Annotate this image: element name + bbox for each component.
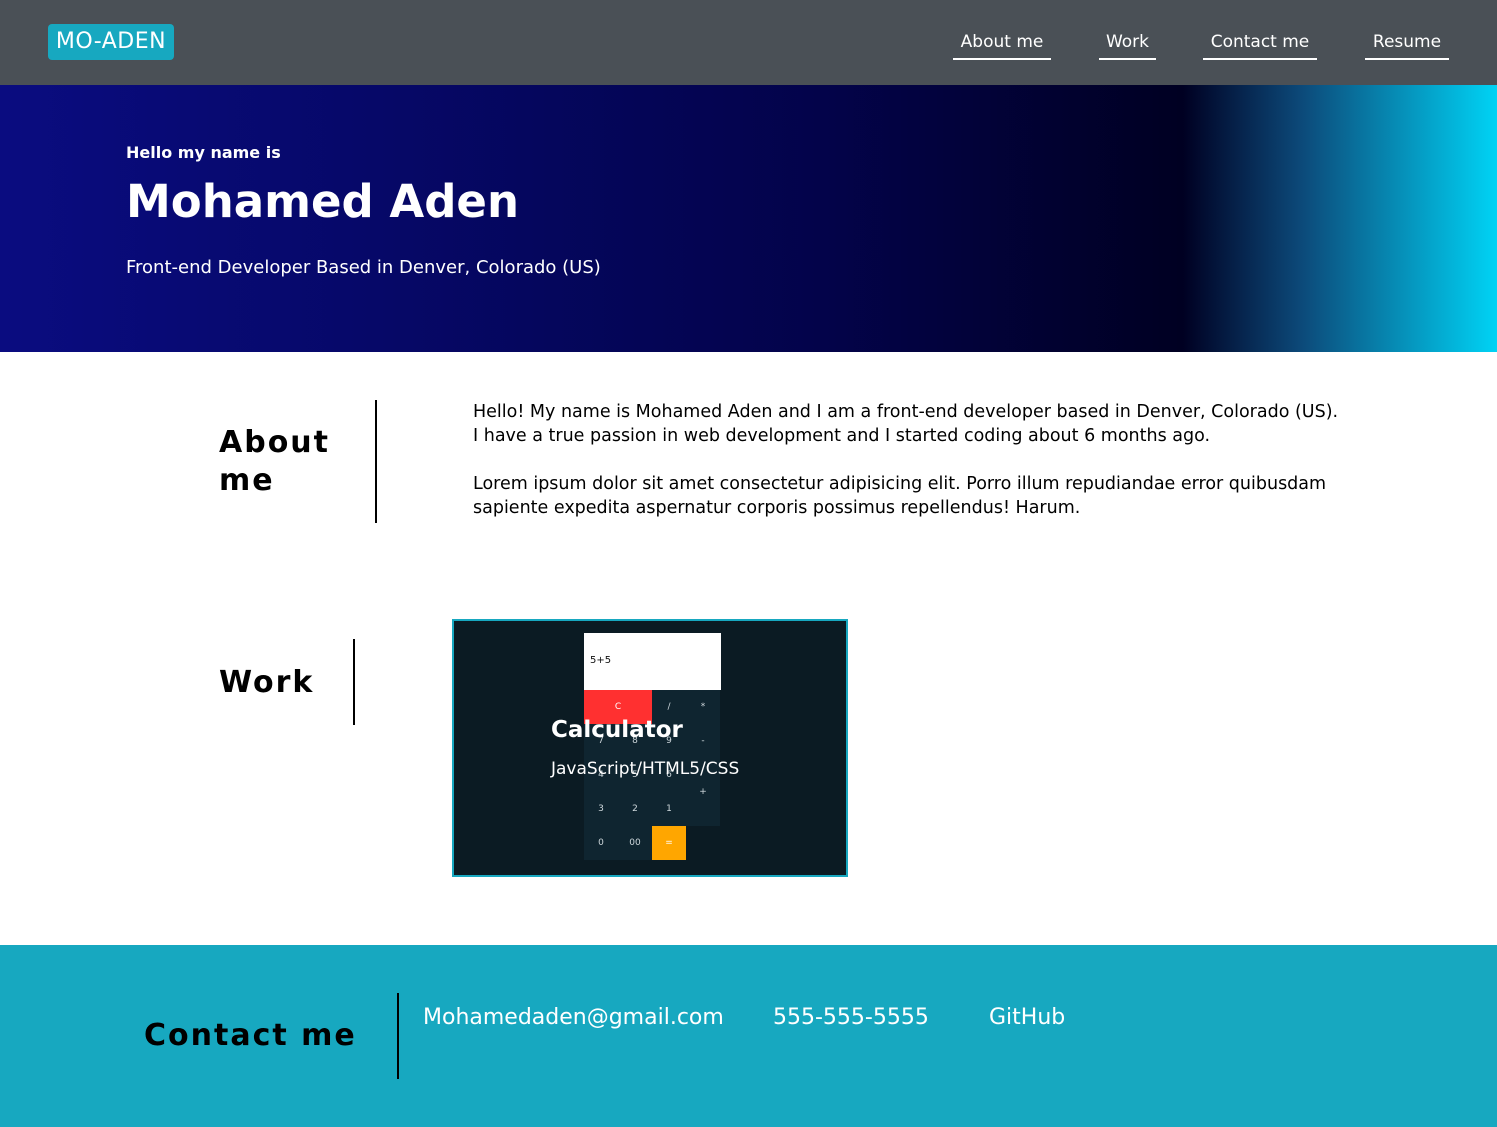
calculator-preview-display: 5+5 <box>584 633 721 690</box>
about-text: Hello! My name is Mohamed Aden and I am … <box>473 400 1343 520</box>
nav-resume-link[interactable]: Resume <box>1365 30 1449 60</box>
about-heading-line1: About <box>219 425 331 460</box>
nav-about-me-link[interactable]: About me <box>953 30 1051 60</box>
hero-eyebrow: Hello my name is <box>126 143 281 162</box>
calc-button-minus: - <box>686 724 720 758</box>
email-link[interactable]: Mohamedaden@gmail.com <box>423 1005 724 1030</box>
logo-link[interactable]: MO-ADEN <box>48 24 174 60</box>
calc-button-00: 00 <box>618 826 652 860</box>
about-paragraph: Hello! My name is Mohamed Aden and I am … <box>473 402 1339 446</box>
calc-button-equals: = <box>652 826 686 860</box>
nav-contact-me-link[interactable]: Contact me <box>1203 30 1317 60</box>
contact-footer: Contact me Mohamedaden@gmail.com 555-555… <box>0 945 1497 1127</box>
hero-name: Mohamed Aden <box>126 175 519 228</box>
calc-button-2: 2 <box>618 792 652 826</box>
calc-button-multiply: * <box>686 690 720 724</box>
contact-divider <box>397 993 399 1079</box>
contact-heading: Contact me <box>144 1018 357 1053</box>
calc-button-1: 1 <box>652 792 686 826</box>
project-card-calculator[interactable]: 5+5 C / * 7 8 9 - 4 5 6 + 3 2 1 0 00 = C… <box>452 619 848 877</box>
phone-link[interactable]: 555-555-5555 <box>773 1005 929 1030</box>
about-paragraph: Lorem ipsum dolor sit amet consectetur a… <box>473 474 1327 518</box>
work-heading: Work <box>219 665 315 700</box>
nav-work-link[interactable]: Work <box>1099 30 1156 60</box>
github-link[interactable]: GitHub <box>989 1005 1065 1030</box>
hero-banner: Hello my name is Mohamed Aden Front-end … <box>0 85 1497 352</box>
calc-button-0: 0 <box>584 826 618 860</box>
calc-button-3: 3 <box>584 792 618 826</box>
about-heading-line2: me <box>219 463 275 498</box>
project-title: Calculator <box>551 717 683 743</box>
about-divider <box>375 400 377 523</box>
navbar: MO-ADEN About me Work Contact me Resume <box>0 0 1497 85</box>
project-stack: JavaScript/HTML5/CSS <box>551 759 740 779</box>
work-divider <box>353 639 355 725</box>
about-heading: About me <box>219 424 330 500</box>
hero-tagline: Front-end Developer Based in Denver, Col… <box>126 257 601 278</box>
